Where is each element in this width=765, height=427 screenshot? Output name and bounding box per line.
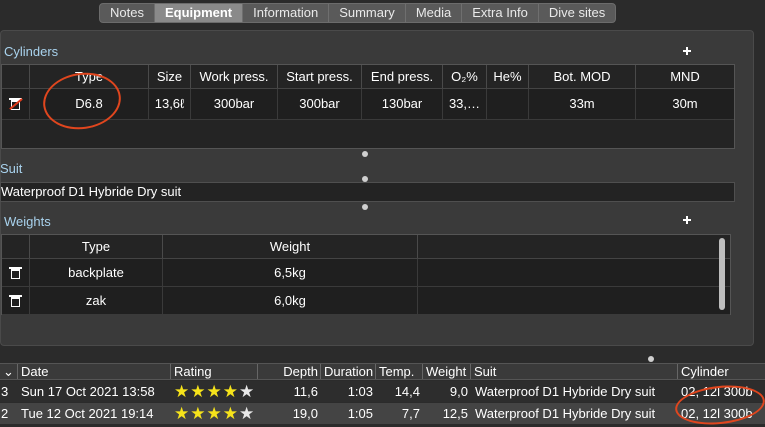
star-icon[interactable]: ★: [207, 382, 223, 401]
col-header-weight[interactable]: Weight: [163, 235, 418, 258]
star-icon[interactable]: ★: [190, 404, 206, 423]
col-header-duration[interactable]: Duration: [321, 364, 376, 379]
star-icon[interactable]: ★: [223, 382, 239, 401]
weight-value[interactable]: 6,5kg: [163, 259, 418, 286]
tab-equipment[interactable]: Equipment: [154, 4, 244, 22]
trash-icon[interactable]: [9, 294, 22, 307]
tab-bar: Notes Equipment Information Summary Medi…: [99, 3, 617, 23]
star-icon[interactable]: ★: [223, 404, 239, 423]
remove-cylinder-cell[interactable]: [2, 89, 30, 119]
list-item[interactable]: 3 Sun 17 Oct 2021 13:58 ★★★★★ 11,6 1:03 …: [0, 381, 765, 402]
add-cylinder-icon[interactable]: [683, 47, 691, 55]
cylinder-work-press[interactable]: 300bar: [191, 89, 278, 119]
trash-icon[interactable]: [9, 266, 22, 279]
col-header-temp[interactable]: Temp.: [376, 364, 423, 379]
col-header-date[interactable]: Date: [18, 364, 171, 379]
dive-rating[interactable]: ★★★★★: [171, 403, 258, 424]
col-header-bot-mod[interactable]: Bot. MOD: [529, 65, 636, 88]
cylinder-size[interactable]: 13,6ℓ: [149, 89, 191, 119]
star-icon[interactable]: ★: [190, 382, 206, 401]
col-header-weight-type[interactable]: Type: [30, 235, 163, 258]
cylinder-mnd[interactable]: 30m: [636, 89, 734, 119]
cylinder-o2[interactable]: 33,…: [443, 89, 487, 119]
list-item[interactable]: 2 Tue 12 Oct 2021 19:14 ★★★★★ 19,0 1:05 …: [0, 403, 765, 424]
cylinder-he[interactable]: [487, 89, 529, 119]
col-header-size[interactable]: Size: [149, 65, 191, 88]
remove-weight-cell[interactable]: [2, 259, 30, 286]
dive-date: Tue 12 Oct 2021 19:14: [21, 406, 154, 421]
tab-information[interactable]: Information: [243, 4, 330, 22]
splitter-handle[interactable]: [362, 151, 368, 157]
weights-table: Type Weight backplate 6,5kg zak 6,0kg: [1, 234, 731, 315]
col-header-cylinder[interactable]: Cylinder: [678, 364, 765, 379]
weights-scrollbar[interactable]: [719, 238, 725, 310]
star-icon[interactable]: ★: [174, 382, 190, 401]
col-header-weight[interactable]: Weight: [423, 364, 471, 379]
tab-media[interactable]: Media: [406, 4, 463, 22]
col-header-number[interactable]: ⌄: [0, 364, 18, 379]
dive-temp: 7,7: [401, 406, 420, 421]
tab-summary[interactable]: Summary: [329, 4, 406, 22]
col-header-suit[interactable]: Suit: [471, 364, 678, 379]
col-header-o2[interactable]: O₂%: [443, 65, 487, 88]
dive-temp: 14,4: [394, 384, 420, 399]
dive-rating[interactable]: ★★★★★: [171, 381, 258, 402]
dive-list-header: ⌄ Date Rating Depth Duration Temp. Weigh…: [0, 363, 765, 380]
col-header-remove: [2, 65, 30, 88]
suit-field[interactable]: Waterproof D1 Hybride Dry suit: [0, 182, 735, 202]
add-weight-icon[interactable]: [683, 216, 691, 224]
weights-title: Weights: [4, 214, 51, 229]
dive-number: 2: [1, 406, 9, 421]
col-header-end-press[interactable]: End press.: [362, 65, 443, 88]
dive-depth: 11,6: [293, 384, 318, 399]
table-row[interactable]: zak 6,0kg: [2, 287, 730, 315]
cylinder-end-press[interactable]: 130bar: [362, 89, 443, 119]
cylinder-start-press[interactable]: 300bar: [278, 89, 362, 119]
weight-type[interactable]: zak: [30, 287, 163, 314]
star-empty-icon[interactable]: ★: [239, 382, 255, 401]
tab-dive-sites[interactable]: Dive sites: [539, 4, 615, 22]
dive-depth: 19,0: [292, 406, 318, 421]
dive-duration: 1:03: [347, 384, 373, 399]
dive-suit: Waterproof D1 Hybride Dry suit: [475, 406, 656, 421]
remove-weight-cell[interactable]: [2, 287, 30, 314]
col-header-work-press[interactable]: Work press.: [191, 65, 278, 88]
star-icon[interactable]: ★: [174, 404, 190, 423]
weights-header: Type Weight: [2, 235, 730, 259]
dive-duration: 1:05: [347, 406, 373, 421]
suit-title: Suit: [0, 161, 23, 176]
weight-value[interactable]: 6,0kg: [163, 287, 418, 314]
dive-number: 3: [1, 384, 9, 399]
dive-date: Sun 17 Oct 2021 13:58: [21, 384, 155, 399]
col-header-remove: [2, 235, 30, 258]
col-header-mnd[interactable]: MND: [636, 65, 734, 88]
dive-suit: Waterproof D1 Hybride Dry suit: [475, 384, 656, 399]
weight-type[interactable]: backplate: [30, 259, 163, 286]
dive-weight: 9,0: [449, 384, 468, 399]
dive-weight: 12,5: [442, 406, 468, 421]
splitter-handle[interactable]: [362, 204, 368, 210]
col-header-depth[interactable]: Depth: [258, 364, 321, 379]
splitter-handle[interactable]: [648, 356, 654, 362]
chevron-down-icon: ⌄: [3, 364, 14, 379]
col-header-start-press[interactable]: Start press.: [278, 65, 362, 88]
star-icon[interactable]: ★: [207, 404, 223, 423]
col-header-rating[interactable]: Rating: [171, 364, 258, 379]
cylinders-title: Cylinders: [4, 44, 59, 59]
tab-notes[interactable]: Notes: [100, 4, 155, 22]
star-empty-icon[interactable]: ★: [239, 404, 255, 423]
cylinder-bot-mod[interactable]: 33m: [529, 89, 636, 119]
col-header-he[interactable]: He%: [487, 65, 529, 88]
table-row[interactable]: backplate 6,5kg: [2, 259, 730, 287]
tab-extra-info[interactable]: Extra Info: [462, 4, 539, 22]
